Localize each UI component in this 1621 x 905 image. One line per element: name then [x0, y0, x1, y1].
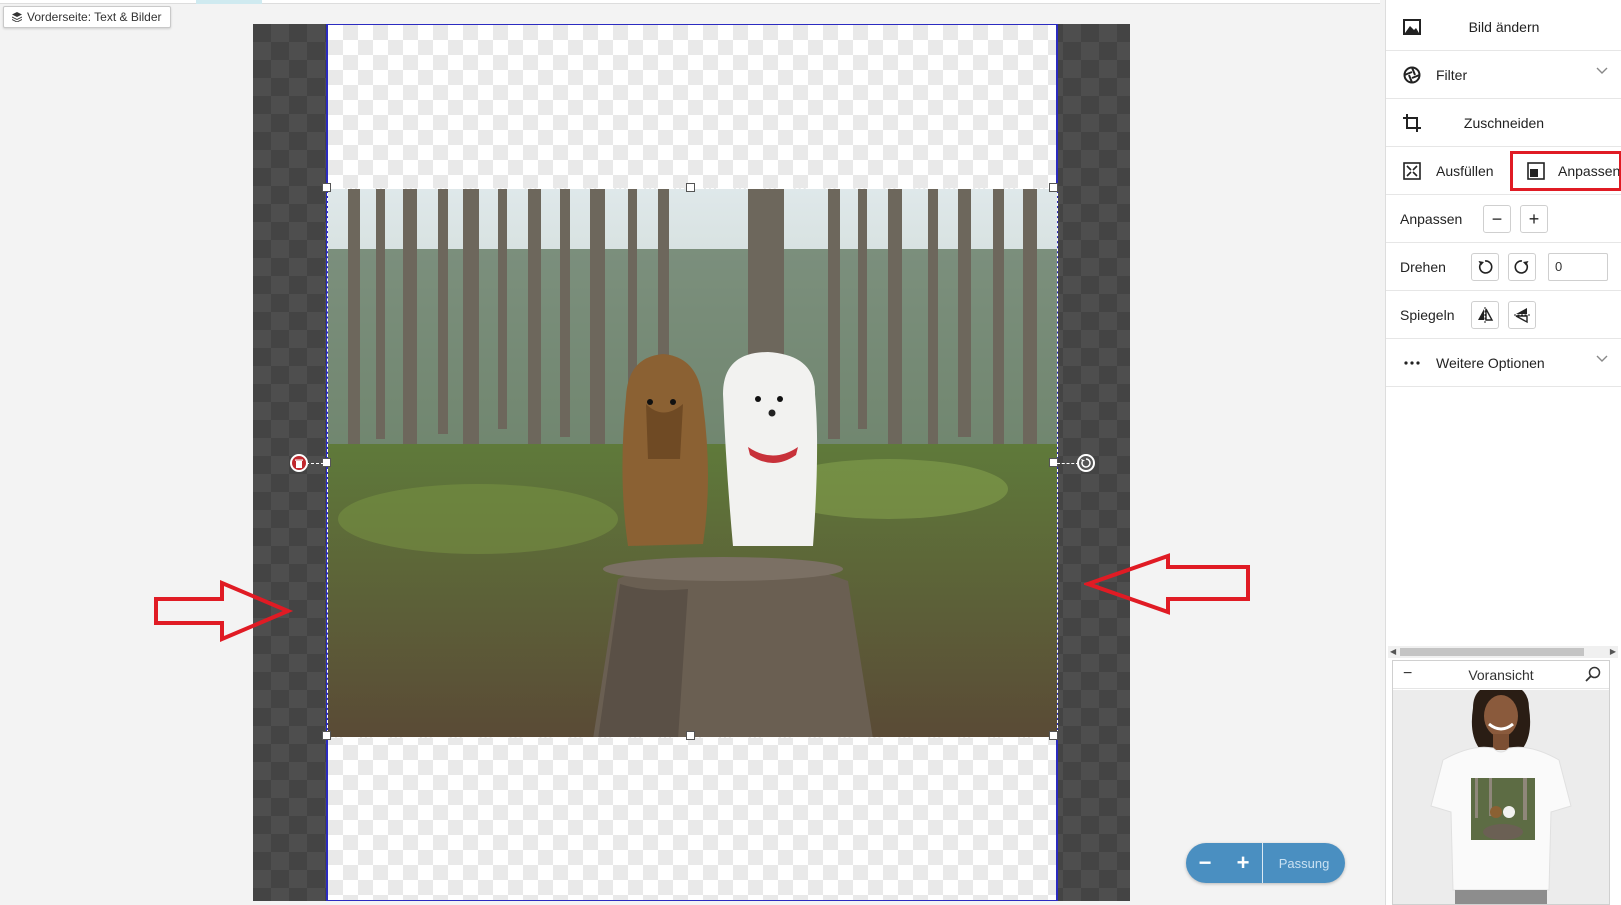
- fill-expand-icon: [1402, 161, 1422, 181]
- preview-window: − Voransicht: [1392, 660, 1610, 905]
- rotate-connector: [1057, 463, 1079, 464]
- flip-horizontal-icon: [1478, 307, 1494, 323]
- annotation-arrow-right: [154, 580, 294, 642]
- zoom-out-button[interactable]: −: [1186, 843, 1224, 883]
- mirror-label: Spiegeln: [1400, 306, 1455, 323]
- mirror-row: Spiegeln: [1386, 291, 1621, 339]
- rotate-label: Drehen: [1400, 258, 1446, 275]
- search-icon[interactable]: [1585, 666, 1601, 682]
- layers-icon: [12, 12, 22, 22]
- active-tab-indicator: [196, 0, 262, 4]
- crop-row[interactable]: Zuschneiden: [1386, 99, 1621, 147]
- filter-row[interactable]: Filter: [1386, 51, 1621, 99]
- resize-handle-tl[interactable]: [322, 183, 331, 192]
- more-options-row[interactable]: Weitere Optionen: [1386, 339, 1621, 387]
- annotation-highlight-box: [1510, 151, 1621, 191]
- preview-title: Voransicht: [1468, 666, 1534, 683]
- chevron-down-icon: [1596, 355, 1608, 362]
- resize-handle-bc[interactable]: [686, 731, 695, 740]
- rotate-handle-icon[interactable]: [1077, 454, 1095, 472]
- chevron-down-icon: [1596, 67, 1608, 74]
- layer-selector[interactable]: Vorderseite: Text & Bilder: [3, 6, 171, 28]
- zoom-divider: [1262, 843, 1263, 883]
- fill-fit-row: Ausfüllen Anpassen: [1386, 147, 1621, 195]
- placed-photo[interactable]: [327, 188, 1058, 738]
- filter-label: Filter: [1436, 66, 1468, 83]
- flip-vertical-icon: [1514, 308, 1530, 324]
- scrollbar-thumb[interactable]: [1400, 648, 1584, 656]
- tshirt-mockup-image[interactable]: [1393, 690, 1609, 904]
- flip-vertical-button[interactable]: [1508, 301, 1536, 329]
- scroll-right-arrow[interactable]: ▶: [1610, 646, 1616, 658]
- dogs-forest-photo: [328, 189, 1057, 737]
- more-dots-icon: [1402, 353, 1422, 373]
- more-options-label: Weitere Optionen: [1436, 354, 1545, 371]
- change-image-row[interactable]: Bild ändern: [1386, 3, 1621, 51]
- resize-handle-tc[interactable]: [686, 183, 695, 192]
- rotate-left-button[interactable]: [1471, 253, 1499, 281]
- zoom-controls: − + Passung: [1186, 843, 1345, 883]
- rotate-right-icon: [1514, 260, 1529, 274]
- delete-connector: [306, 463, 324, 464]
- fit-decrease-button[interactable]: −: [1483, 205, 1511, 233]
- zoom-in-button[interactable]: +: [1224, 843, 1262, 883]
- preview-minimize-button[interactable]: −: [1403, 665, 1412, 683]
- resize-handle-tr[interactable]: [1049, 183, 1058, 192]
- fit-control-row: Anpassen − +: [1386, 195, 1621, 243]
- rotation-angle-input[interactable]: 0: [1548, 253, 1608, 281]
- panel-horizontal-scrollbar[interactable]: ◀ ▶: [1388, 646, 1618, 658]
- fill-label: Ausfüllen: [1436, 162, 1494, 179]
- resize-handle-br[interactable]: [1049, 731, 1058, 740]
- fit-control-label: Anpassen: [1400, 210, 1463, 227]
- preview-header: − Voransicht: [1393, 661, 1609, 689]
- zoom-fit-button[interactable]: Passung: [1263, 856, 1345, 871]
- image-icon: [1402, 17, 1422, 37]
- fit-increase-button[interactable]: +: [1520, 205, 1548, 233]
- model-tshirt-illustration: [1393, 690, 1609, 904]
- filter-aperture-icon: [1402, 65, 1422, 85]
- scroll-left-arrow[interactable]: ◀: [1390, 646, 1396, 658]
- crop-icon: [1402, 113, 1422, 133]
- layer-selector-label: Vorderseite: Text & Bilder: [27, 10, 162, 24]
- delete-icon[interactable]: [290, 454, 308, 472]
- fill-button[interactable]: Ausfüllen: [1386, 147, 1504, 195]
- rotate-right-button[interactable]: [1508, 253, 1536, 281]
- flip-horizontal-button[interactable]: [1471, 301, 1499, 329]
- top-tab-strip: [0, 0, 1380, 4]
- resize-handle-bl[interactable]: [322, 731, 331, 740]
- rotate-left-icon: [1478, 260, 1493, 274]
- annotation-arrow-left: [1084, 553, 1250, 615]
